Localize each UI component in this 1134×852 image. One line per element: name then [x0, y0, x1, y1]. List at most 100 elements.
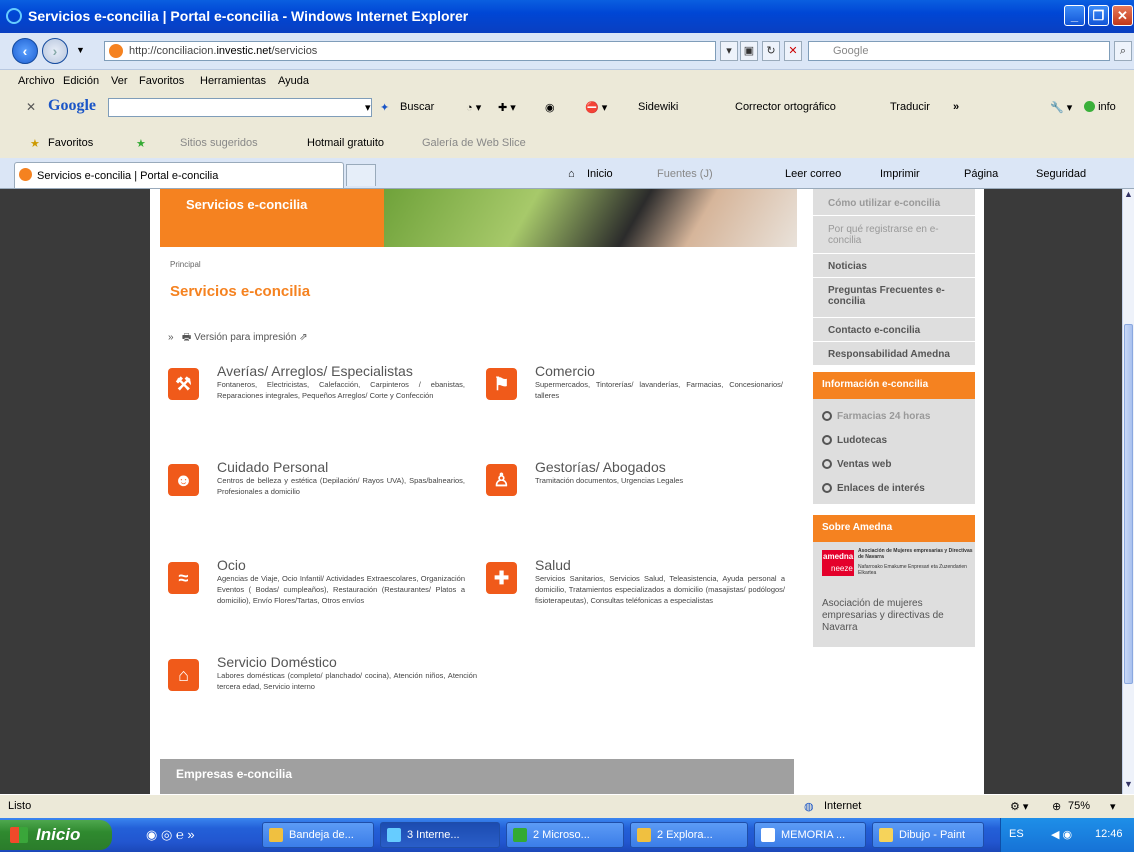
sidewiki-button[interactable]: Sidewiki [638, 101, 678, 113]
corrector-button[interactable]: Corrector ortográfico [735, 101, 836, 113]
service-title[interactable]: Ocio [217, 557, 246, 573]
hero-photo [384, 189, 797, 247]
add-favorite-icon[interactable]: ★ [136, 137, 146, 150]
breadcrumb[interactable]: Principal [170, 260, 201, 269]
scroll-up-icon[interactable]: ▲ [1123, 189, 1134, 203]
address-dropdown-button[interactable]: ▾ [720, 41, 738, 61]
info-item-farmacias[interactable]: Farmacias 24 horas [822, 411, 930, 423]
sidebar-item-contacto[interactable]: Contacto e-concilia [813, 318, 975, 342]
taskbar-label: 2 Explora... [657, 829, 713, 841]
service-title[interactable]: Averías/ Arreglos/ Especialistas [217, 363, 413, 379]
amedna-org: Asociación de Mujeres empresarias y Dire… [858, 548, 973, 560]
taskbar-explorer[interactable]: 2 Explora... [630, 822, 748, 848]
service-desc: Fontaneros, Electricistas, Calefacción, … [217, 380, 465, 400]
toolbar-extras-icon[interactable]: ◔ ▾ [466, 101, 481, 114]
taskbar-ie[interactable]: 3 Interne... [380, 822, 500, 848]
compat-view-icon[interactable]: ▣ [740, 41, 758, 61]
favorites-button[interactable]: Favoritos [48, 137, 93, 149]
taskbar-memoria[interactable]: MEMORIA ... [754, 822, 866, 848]
taskbar-excel[interactable]: 2 Microso... [506, 822, 624, 848]
zone-label: Internet [824, 800, 862, 812]
leer-correo-button[interactable]: Leer correo [785, 168, 841, 180]
address-bar[interactable]: http://conciliacion.investic.net/servici… [104, 41, 716, 61]
pagina-button[interactable]: Página [964, 168, 998, 180]
start-button[interactable]: Inicio [0, 820, 112, 850]
service-title[interactable]: Salud [535, 557, 571, 573]
sidebar-item-preguntas[interactable]: Preguntas Frecuentes e-concilia [813, 278, 975, 318]
more-icon[interactable]: » [953, 101, 959, 113]
traducir-button[interactable]: Traducir [890, 101, 930, 113]
menu-favoritos[interactable]: Favoritos [139, 75, 184, 87]
menu-archivo[interactable]: Archivo [18, 75, 55, 87]
scroll-down-icon[interactable]: ▼ [1123, 779, 1134, 793]
zoom-dropdown-icon[interactable]: ▾ [1110, 800, 1116, 813]
empresas-section-header: Empresas e-concilia [160, 759, 794, 794]
language-indicator[interactable]: ES [1009, 828, 1024, 840]
menu-ayuda[interactable]: Ayuda [278, 75, 309, 87]
seguridad-button[interactable]: Seguridad [1036, 168, 1086, 180]
google-dropdown-icon[interactable]: ▾ [365, 101, 371, 114]
search-box[interactable]: Google [808, 41, 1110, 61]
taskbar-label: 3 Interne... [407, 829, 460, 841]
new-tab-button[interactable] [346, 164, 376, 186]
fuentes-button[interactable]: Fuentes (J) [657, 168, 713, 180]
galeria-link[interactable]: Galería de Web Slice [422, 137, 526, 149]
sidebar-item-noticias[interactable]: Noticias [813, 254, 975, 278]
search-icon[interactable]: ⌕ [1114, 41, 1132, 61]
menu-herramientas[interactable]: Herramientas [200, 75, 266, 87]
tab-active[interactable]: Servicios e-concilia | Portal e-concilia [14, 162, 344, 188]
lawyer-icon: ♙ [486, 464, 517, 496]
service-title[interactable]: Gestorías/ Abogados [535, 459, 666, 475]
toolbar-block-icon[interactable]: ⛔ ▾ [585, 101, 607, 114]
buscar-button[interactable]: Buscar [400, 101, 434, 113]
vertical-scrollbar[interactable]: ▲ ▼ [1122, 189, 1134, 794]
toolbar-circle-icon[interactable]: ◉ [545, 101, 555, 114]
print-version-link[interactable]: » 🖶 Versión para impresión ⇗ [168, 330, 308, 347]
taskbar-bandeja[interactable]: Bandeja de... [262, 822, 374, 848]
maximize-button[interactable]: ❐ [1088, 5, 1109, 26]
history-dropdown-icon[interactable]: ▼ [76, 45, 85, 55]
home-icon[interactable]: ⌂ [568, 168, 575, 180]
sidebar-item-como-utilizar[interactable]: Cómo utilizar e-concilia [813, 189, 975, 216]
close-button[interactable]: ✕ [1112, 5, 1133, 26]
hotmail-link[interactable]: Hotmail gratuito [307, 137, 384, 149]
forward-button[interactable]: › [42, 38, 68, 64]
amedna-box[interactable]: amedna neeze Asociación de Mujeres empre… [813, 542, 975, 647]
info-list: Farmacias 24 horas Ludotecas Ventas web … [813, 399, 975, 504]
imprimir-button[interactable]: Imprimir [880, 168, 920, 180]
stop-icon[interactable]: ✕ [784, 41, 802, 61]
amedna-logo: amedna neeze [822, 550, 854, 576]
sidebar-item-responsabilidad[interactable]: Responsabilidad Amedna [813, 342, 975, 366]
close-toolbar-icon[interactable]: ✕ [26, 100, 36, 114]
minimize-button[interactable]: _ [1064, 5, 1085, 26]
toolbar-plus-icon[interactable]: ✚ ▾ [498, 101, 516, 114]
inicio-button[interactable]: Inicio [587, 168, 613, 180]
refresh-icon[interactable]: ↻ [762, 41, 780, 61]
service-title[interactable]: Comercio [535, 363, 595, 379]
zoom-icon[interactable]: ⊕ [1052, 800, 1061, 813]
tray-icons[interactable]: ◀ ◉ [1051, 828, 1072, 841]
service-title[interactable]: Servicio Doméstico [217, 654, 337, 670]
info-item-ventas-web[interactable]: Ventas web [822, 459, 891, 471]
wrench-settings-icon[interactable]: 🔧 ▾ [1050, 101, 1072, 114]
info-item-enlaces[interactable]: Enlaces de interés [822, 483, 925, 495]
window-title: Servicios e-concilia | Portal e-concilia… [28, 8, 469, 24]
service-title[interactable]: Cuidado Personal [217, 459, 328, 475]
info-item-ludotecas[interactable]: Ludotecas [822, 435, 887, 447]
menu-ver[interactable]: Ver [111, 75, 128, 87]
taskbar-paint[interactable]: Dibujo - Paint [872, 822, 984, 848]
window-titlebar[interactable]: Servicios e-concilia | Portal e-concilia… [0, 0, 1134, 33]
sitios-sugeridos-link[interactable]: Sitios sugeridos [180, 137, 258, 149]
clock[interactable]: 12:46 [1095, 828, 1123, 840]
sidebar-item-por-que[interactable]: Por qué registrarse en e-concilia [813, 216, 975, 254]
zoom-level[interactable]: 75% [1068, 800, 1090, 812]
protected-mode-icon[interactable]: ⚙ ▾ [1010, 800, 1028, 813]
globe-icon: ◍ [804, 801, 814, 813]
info-label[interactable]: info [1098, 101, 1116, 113]
scroll-thumb[interactable] [1124, 324, 1133, 684]
quicklaunch-icons[interactable]: ◉ ◎ ℮ » [146, 827, 195, 843]
back-button[interactable]: ‹ [12, 38, 38, 64]
google-search-input[interactable] [108, 98, 372, 117]
menu-edicion[interactable]: Edición [63, 75, 99, 87]
search-placeholder: Google [833, 45, 869, 57]
